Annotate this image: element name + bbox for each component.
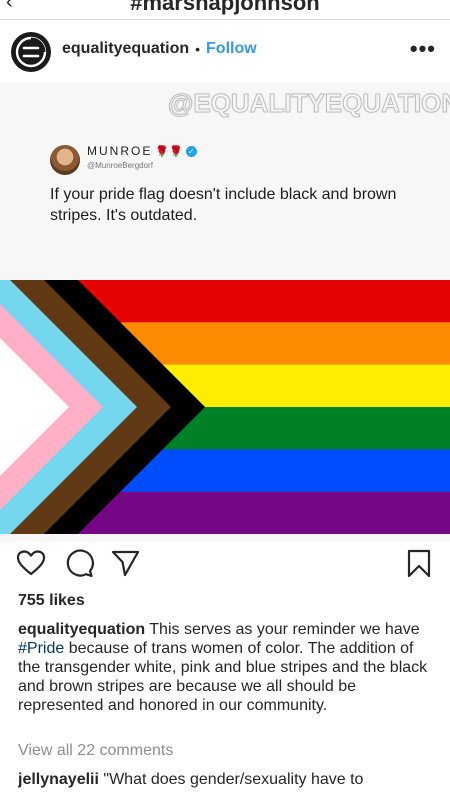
caption-text-before: This serves as your reminder we have <box>145 621 420 638</box>
hashtag-title: #marshapjohnson <box>130 0 320 15</box>
tweet-avatar <box>50 145 80 175</box>
follow-button[interactable]: Follow <box>206 40 257 58</box>
post-image[interactable]: @EQUALITYEQUATION MUNROE 🌹🌹 ✓ @MunroeBer… <box>0 82 450 542</box>
equals-logo-icon <box>15 36 47 68</box>
rose-emoji: 🌹🌹 <box>155 145 183 158</box>
comment-preview: jellynayelii "What does gender/sexuality… <box>18 770 438 789</box>
tweet-name-row: MUNROE 🌹🌹 ✓ <box>87 144 197 158</box>
post-username[interactable]: equalityequation <box>62 40 189 58</box>
bookmark-icon[interactable] <box>404 548 434 578</box>
username-row: equalityequation • Follow <box>62 40 257 58</box>
likes-count[interactable]: 755 likes <box>18 592 85 610</box>
caption-text-after: because of trans women of color. The add… <box>18 640 428 714</box>
tweet-text: If your pride flag doesn't include black… <box>50 186 397 224</box>
tweet-handle: @MunroeBergdorf <box>87 161 153 170</box>
heart-icon[interactable] <box>16 548 46 578</box>
caption-hashtag[interactable]: #Pride <box>18 640 64 657</box>
view-comments-link[interactable]: View all 22 comments <box>18 742 173 760</box>
top-bar: ‹ #marshapjohnson <box>0 0 450 20</box>
post-caption: equalityequation This serves as your rem… <box>18 620 428 715</box>
send-icon[interactable] <box>110 548 140 578</box>
separator-dot: • <box>195 41 201 57</box>
comment-text: "What does gender/sexuality have to <box>98 771 364 788</box>
watermark: @EQUALITYEQUATION <box>168 88 450 119</box>
verified-badge-icon: ✓ <box>185 145 197 157</box>
comment-username[interactable]: jellynayelii <box>18 771 99 788</box>
more-horizontal-icon[interactable]: ••• <box>410 36 436 62</box>
caption-username[interactable]: equalityequation <box>18 621 145 638</box>
comment-icon[interactable] <box>64 548 94 578</box>
tweet-name: MUNROE <box>87 144 153 158</box>
progress-pride-flag <box>0 280 450 534</box>
avatar[interactable] <box>11 32 51 72</box>
post-header: equalityequation • Follow ••• <box>0 20 450 82</box>
action-bar <box>0 542 450 586</box>
